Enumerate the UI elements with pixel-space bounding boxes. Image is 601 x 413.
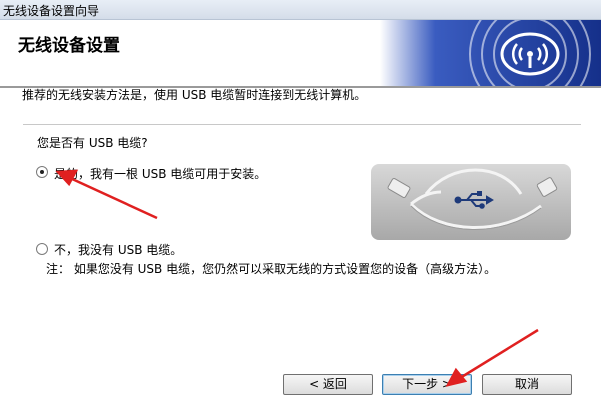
intro-text: 推荐的无线安装方法是，使用 USB 电缆暂时连接到无线计算机。 xyxy=(22,88,367,102)
cancel-button[interactable]: 取消 xyxy=(482,374,572,395)
wizard-header: 无线设备设置 xyxy=(0,20,601,86)
page-title: 无线设备设置 xyxy=(18,36,120,56)
wireless-wave-icon xyxy=(380,20,601,86)
title-bar: 无线设备设置向导 xyxy=(0,0,601,20)
question-text: 您是否有 USB 电缆? xyxy=(37,136,148,150)
back-button[interactable]: < 返回 xyxy=(283,374,373,395)
option-no-usb-label[interactable]: 不，我没有 USB 电缆。 xyxy=(54,241,182,258)
option-has-usb-label[interactable]: 是的，我有一根 USB 电缆可用于安装。 xyxy=(54,165,266,182)
radio-no-usb[interactable] xyxy=(36,243,48,255)
next-button[interactable]: 下一步 > xyxy=(382,374,472,395)
window-title: 无线设备设置向导 xyxy=(3,4,100,18)
section-divider xyxy=(23,124,581,125)
radio-has-usb[interactable] xyxy=(36,166,48,178)
usb-cable-image xyxy=(371,164,571,240)
radio-selected-dot xyxy=(40,170,44,174)
note-text: 注： 如果您没有 USB 电缆，您仍然可以采取无线的方式设置您的设备（高级方法）… xyxy=(46,262,497,276)
